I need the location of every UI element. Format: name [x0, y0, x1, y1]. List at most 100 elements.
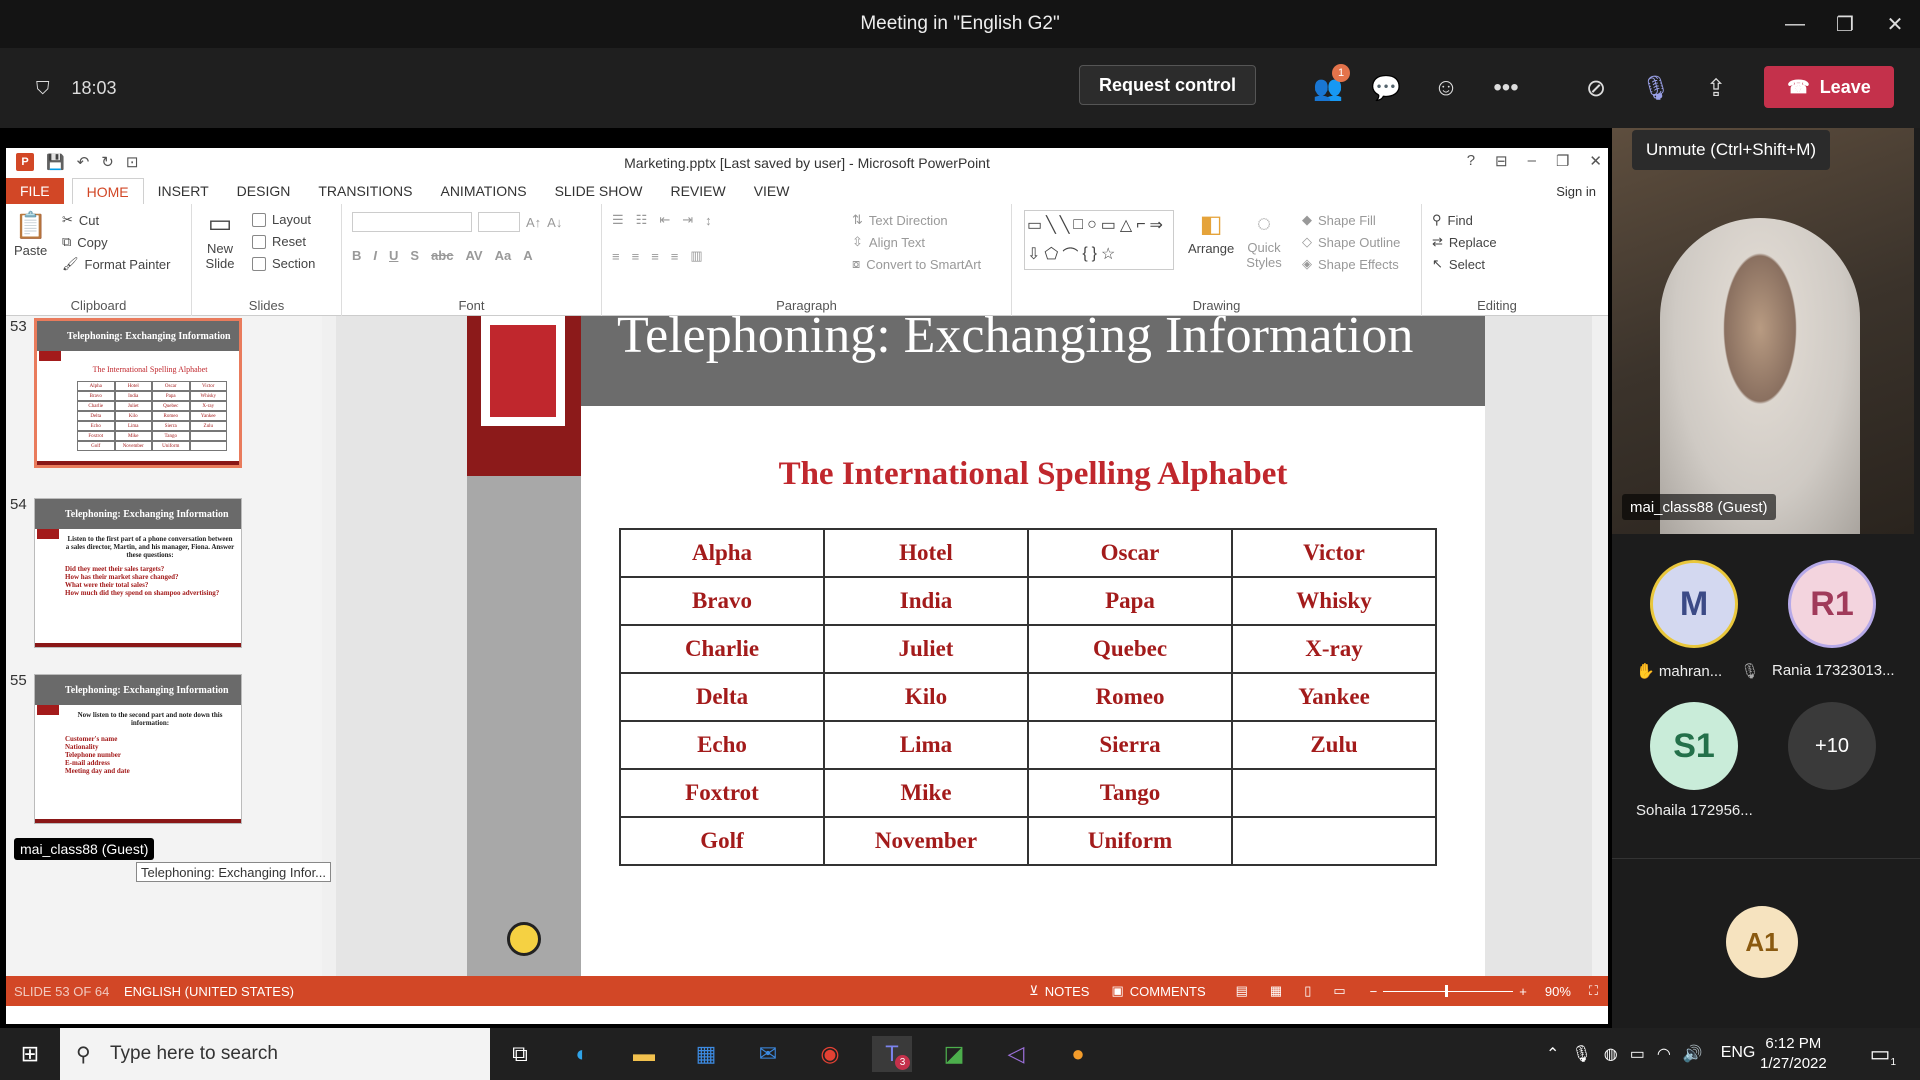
visual-studio-icon[interactable]: ◁	[996, 1036, 1036, 1072]
network-icon[interactable]: ◍	[1604, 1044, 1618, 1064]
slide-thumbnail-54[interactable]: Telephoning: Exchanging Information List…	[34, 498, 242, 648]
shape-outline-button[interactable]: ◇ Shape Outline	[1302, 234, 1400, 250]
shape-effects-button[interactable]: ◈ Shape Effects	[1302, 256, 1399, 272]
more-participants[interactable]: +10	[1788, 702, 1876, 790]
request-control-button[interactable]: Request control	[1079, 65, 1256, 105]
slideshow-view-icon[interactable]: ▭	[1333, 983, 1345, 999]
camera-off-icon[interactable]: ⊘	[1576, 68, 1616, 108]
shapes-gallery[interactable]: ▭ ╲ ╲ □ ○ ▭ △ ⌐ ⇒ ⇩ ⬠ ⌒{} ☆	[1024, 210, 1174, 270]
layout-button[interactable]: Layout	[252, 212, 311, 227]
thumb-item: Telephone number	[65, 751, 121, 759]
arrange-button[interactable]: ◧ Arrange	[1188, 210, 1234, 256]
slide-thumbnail-55[interactable]: Telephoning: Exchanging Information Now …	[34, 674, 242, 824]
close-icon[interactable]: ✕	[1870, 0, 1920, 48]
help-icon[interactable]: ?	[1467, 152, 1475, 170]
tab-view[interactable]: VIEW	[740, 178, 804, 204]
font-format-buttons[interactable]: B I U Sabc AV Aa A	[352, 248, 533, 263]
chat-icon[interactable]: 💬	[1366, 68, 1406, 108]
reactions-icon[interactable]: ☺	[1426, 68, 1466, 108]
zoom-out-icon[interactable]: −	[1370, 984, 1378, 999]
smartart-button[interactable]: ⧇ Convert to SmartArt	[852, 256, 981, 272]
battery-icon[interactable]: ▭	[1630, 1044, 1645, 1064]
slide-scrollbar[interactable]	[1592, 316, 1608, 976]
taskbar-search[interactable]: ⚲ Type here to search	[60, 1028, 490, 1080]
zoom-slider[interactable]: − +	[1370, 984, 1527, 999]
clock[interactable]: 6:12 PM 1/27/2022	[1760, 1034, 1827, 1074]
find-button[interactable]: ⚲ Find	[1432, 212, 1473, 228]
copy-button[interactable]: ⧉ Copy	[62, 234, 108, 250]
font-family-select[interactable]: A↑ A↓	[352, 212, 562, 232]
wifi-icon[interactable]: ◠	[1657, 1044, 1671, 1064]
tab-home[interactable]: HOME	[71, 178, 144, 204]
align-buttons[interactable]: ≡ ≡ ≡ ≡ ▥	[612, 248, 703, 264]
avatar-name-text: mahran...	[1658, 663, 1723, 680]
notification-icon[interactable]: ▭ 1	[1860, 1036, 1900, 1072]
minimize-icon[interactable]: —	[1770, 0, 1820, 48]
windows-start-icon[interactable]: ⊞	[10, 1036, 50, 1072]
reading-view-icon[interactable]: ▯	[1304, 983, 1311, 999]
file-explorer-icon[interactable]: ▬	[624, 1036, 664, 1072]
view-buttons[interactable]: ▤ ▦ ▯ ▭	[1236, 983, 1346, 999]
slide-thumbnail-53[interactable]: Telephoning: Exchanging Information The …	[34, 318, 242, 468]
align-text-button[interactable]: ⇳ Align Text	[852, 234, 925, 250]
replace-button[interactable]: ⇄ Replace	[1432, 234, 1497, 250]
tab-slide-show[interactable]: SLIDE SHOW	[541, 178, 657, 204]
participants-icon[interactable]: 👥 1	[1308, 64, 1350, 108]
avatar[interactable]: R1	[1788, 560, 1876, 648]
zoom-level[interactable]: 90%	[1545, 984, 1571, 999]
avatar[interactable]: S1	[1650, 702, 1738, 790]
ppt-restore-icon[interactable]: ❐	[1556, 152, 1569, 170]
chevron-up-icon[interactable]: ⌃	[1546, 1044, 1559, 1064]
leave-button[interactable]: ☎ Leave	[1764, 66, 1894, 108]
zoom-in-icon[interactable]: +	[1519, 984, 1527, 999]
mic-off-icon[interactable]: 🎙	[1636, 68, 1676, 108]
volume-icon[interactable]: 🔊	[1683, 1044, 1703, 1064]
slide-title: Telephoning: Exchanging Information	[617, 316, 1414, 364]
tab-animations[interactable]: ANIMATIONS	[426, 178, 540, 204]
microphone-icon[interactable]: 🎙	[1571, 1044, 1591, 1064]
fit-slide-icon[interactable]: ⛶	[1589, 983, 1598, 999]
format-painter-button[interactable]: 🖌 Format Painter	[62, 256, 171, 272]
tab-file[interactable]: FILE	[6, 178, 64, 204]
tab-insert[interactable]: INSERT	[144, 178, 223, 204]
text-direction-button[interactable]: ⇅ Text Direction	[852, 212, 948, 228]
ppt-minimize-icon[interactable]: –	[1528, 152, 1536, 170]
share-icon[interactable]: ⇪	[1696, 68, 1736, 108]
cut-button[interactable]: ✂ Cut	[62, 212, 99, 228]
sign-in-link[interactable]: Sign in	[1556, 184, 1596, 199]
tab-review[interactable]: REVIEW	[656, 178, 739, 204]
avatar[interactable]: A1	[1726, 906, 1798, 978]
edge-icon[interactable]: ◐	[562, 1036, 602, 1072]
mail-icon[interactable]: ✉	[748, 1036, 788, 1072]
ribbon-display-icon[interactable]: ⊟	[1495, 152, 1508, 170]
section-button[interactable]: Section	[252, 256, 315, 271]
new-slide-button[interactable]: ▭ New Slide	[200, 208, 240, 271]
task-view-icon[interactable]: ⧉	[500, 1036, 540, 1072]
tab-design[interactable]: DESIGN	[223, 178, 305, 204]
quick-styles-button[interactable]: ◌ Quick Styles	[1242, 210, 1286, 270]
app-icon[interactable]: ◪	[934, 1036, 974, 1072]
reset-button[interactable]: Reset	[252, 234, 306, 249]
thumb-footer	[35, 819, 241, 823]
language-label[interactable]: ENG	[1721, 1044, 1756, 1064]
current-slide[interactable]: Telephoning: Exchanging Information The …	[467, 316, 1485, 976]
language-indicator[interactable]: ENGLISH (UNITED STATES)	[124, 984, 294, 999]
normal-view-icon[interactable]: ▤	[1236, 983, 1248, 999]
restore-icon[interactable]: ❐	[1820, 0, 1870, 48]
store-icon[interactable]: ▦	[686, 1036, 726, 1072]
ppt-close-icon[interactable]: ✕	[1589, 152, 1602, 170]
notes-button[interactable]: ⊻ NOTES	[1029, 983, 1089, 999]
slide-sorter-icon[interactable]: ▦	[1270, 983, 1282, 999]
more-actions-icon[interactable]: •••	[1486, 68, 1526, 108]
paste-button[interactable]: 📋 Paste	[14, 210, 47, 258]
tab-transitions[interactable]: TRANSITIONS	[304, 178, 426, 204]
shape-fill-button[interactable]: ◆ Shape Fill	[1302, 212, 1376, 228]
comments-button[interactable]: ▣ COMMENTS	[1111, 983, 1205, 999]
chrome-icon[interactable]: ◉	[810, 1036, 850, 1072]
select-button[interactable]: ↖ Select	[1432, 256, 1485, 272]
app-orange-icon[interactable]: ●	[1058, 1036, 1098, 1072]
audio-icon[interactable]	[507, 922, 541, 956]
avatar[interactable]: M	[1650, 560, 1738, 648]
list-buttons[interactable]: ☰ ☷ ⇤ ⇥ ↕	[612, 212, 712, 228]
teams-icon[interactable]: T3	[872, 1036, 912, 1072]
